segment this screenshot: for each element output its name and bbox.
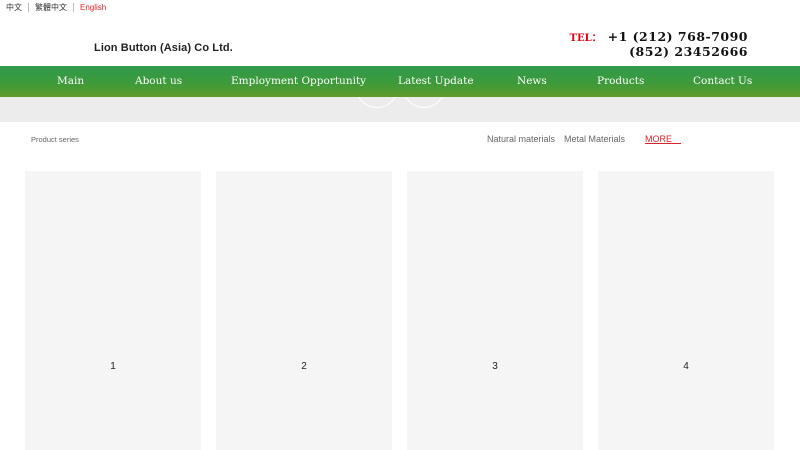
main-nav: Main About us Employment Opportunity Lat…: [0, 66, 800, 97]
product-card-1[interactable]: 1: [25, 171, 201, 450]
nav-main[interactable]: Main: [57, 75, 84, 87]
nav-products[interactable]: Products: [597, 75, 644, 87]
product-card-3[interactable]: 3: [407, 171, 583, 450]
tel-number-hk: (852) 23452666: [629, 44, 748, 59]
product-card-number: 4: [683, 361, 689, 372]
product-card-number: 2: [301, 361, 307, 372]
nav-contact-us[interactable]: Contact Us: [693, 75, 752, 87]
lang-traditional-chinese[interactable]: 繁體中文: [35, 2, 67, 13]
nav-latest-update[interactable]: Latest Update: [398, 75, 474, 87]
lang-english[interactable]: English: [80, 3, 106, 12]
product-card-number: 3: [492, 361, 498, 372]
tel-number-us: +1 (212) 768-7090: [607, 29, 748, 44]
banner: [0, 97, 800, 122]
lang-divider: [28, 2, 29, 12]
banner-next-button[interactable]: [402, 97, 446, 108]
contact-phone: TEL： +1 (212) 768-7090 (852) 23452666: [570, 29, 748, 59]
tel-label: TEL：: [569, 33, 602, 44]
category-metal-materials[interactable]: Metal Materials: [564, 134, 625, 144]
product-series-title: Product series: [31, 135, 79, 144]
product-card-number: 1: [110, 361, 116, 372]
product-card-4[interactable]: 4: [598, 171, 774, 450]
language-switcher: 中文 繁體中文 English: [6, 1, 106, 13]
nav-employment[interactable]: Employment Opportunity: [231, 75, 366, 87]
lang-divider: [73, 2, 74, 12]
company-name: Lion Button (Asia) Co Ltd.: [94, 42, 233, 54]
category-natural-materials[interactable]: Natural materials: [487, 134, 555, 144]
more-underline: [645, 143, 681, 144]
lang-simplified-chinese[interactable]: 中文: [6, 2, 22, 13]
nav-about-us[interactable]: About us: [135, 75, 182, 87]
product-card-2[interactable]: 2: [216, 171, 392, 450]
banner-prev-button[interactable]: [355, 97, 399, 108]
nav-news[interactable]: News: [517, 75, 547, 87]
